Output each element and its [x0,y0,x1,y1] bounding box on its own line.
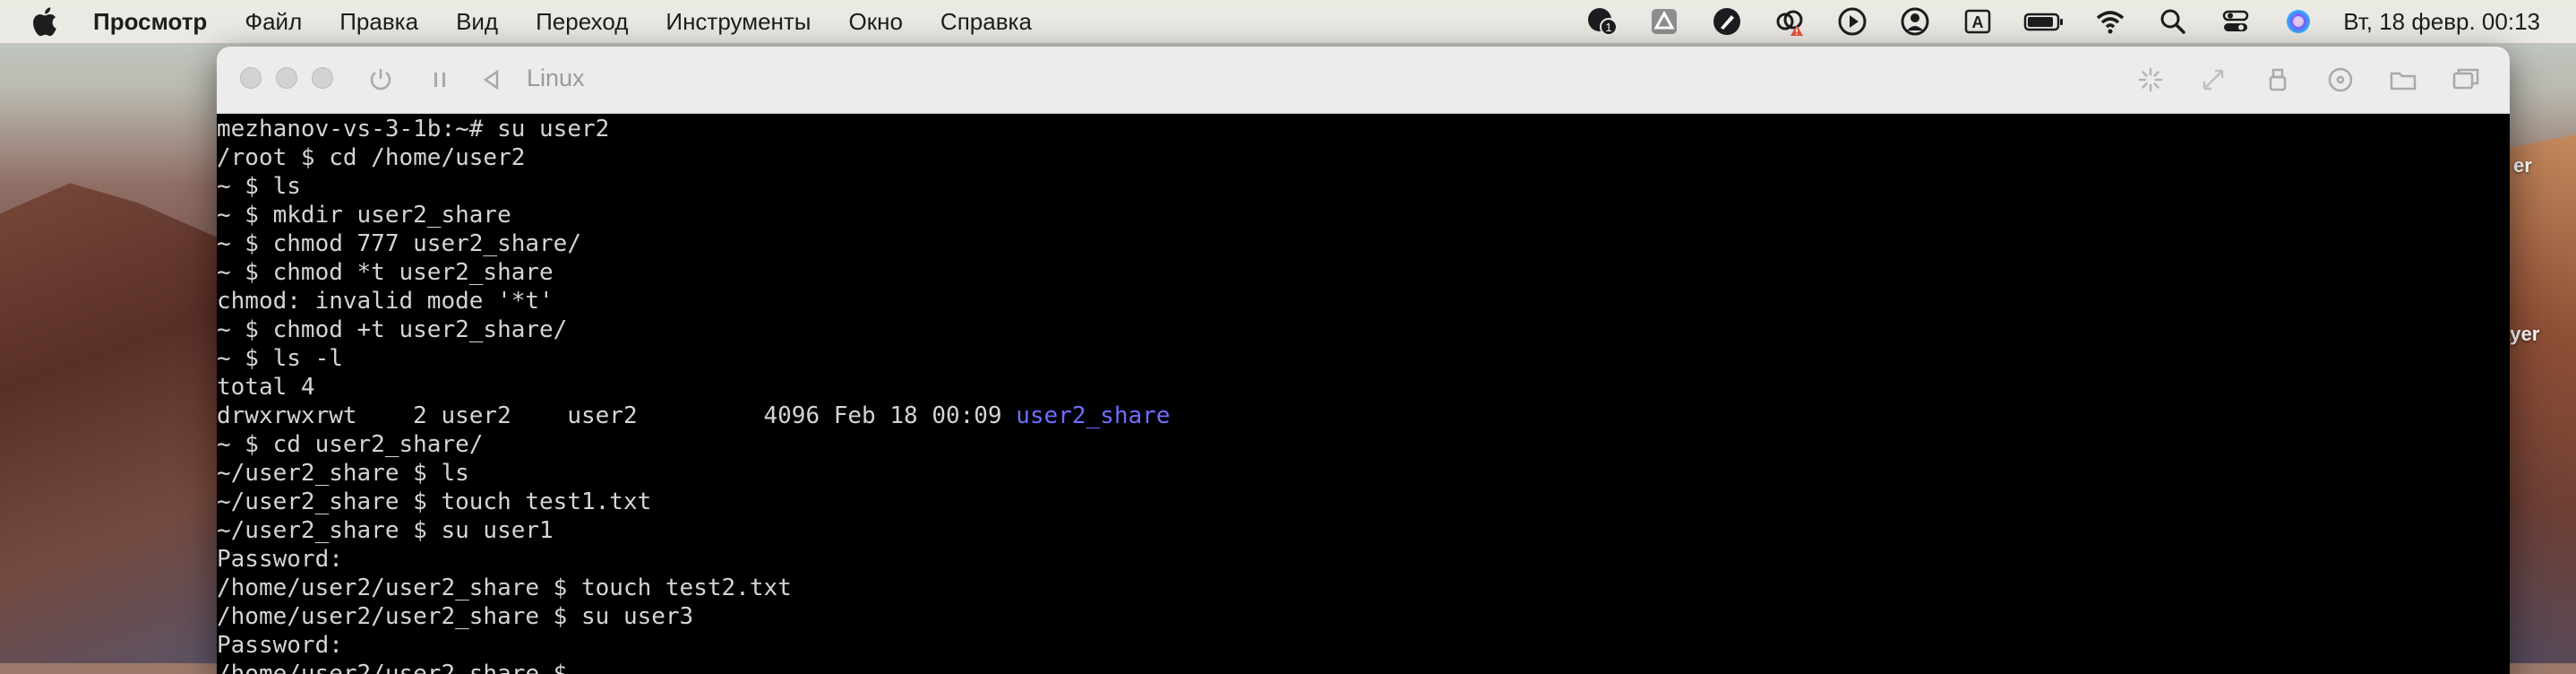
menu-file[interactable]: Файл [245,8,302,36]
desktop-item-label[interactable]: er [2513,154,2532,177]
terminal-line: total 4 [217,374,315,401]
play-icon[interactable] [1834,4,1870,39]
svg-text:A: A [1972,13,1984,31]
google-drive-icon[interactable] [1646,4,1682,39]
menu-view[interactable]: Вид [456,8,498,36]
loading-icon[interactable] [2135,65,2166,95]
terminal-line: ~ $ ls -l [217,345,343,372]
menu-bar-clock[interactable]: Вт, 18 февр. 00:13 [2343,8,2540,36]
power-icon[interactable] [365,65,396,95]
directory-name: user2_share [1016,402,1171,429]
terminal-line-ls-output: drwxrwxrwt 2 user2 user2 4096 Feb 18 00:… [217,402,2510,430]
wallpaper-rock-left [0,183,233,663]
minimize-button[interactable] [276,67,297,89]
siri-icon[interactable] [2280,4,2316,39]
shared-folder-icon[interactable] [2388,65,2418,95]
window-list-icon[interactable] [2451,65,2481,95]
keyboard-input-icon[interactable]: A [1960,4,1996,39]
terminal-line: ~ $ chmod +t user2_share/ [217,316,568,343]
terminal-line: ~ $ ls [217,173,301,200]
battery-icon[interactable] [2022,4,2065,39]
close-button[interactable] [240,67,262,89]
terminal-line: /root $ cd /home/user2 [217,144,526,171]
terminal-line: /home/user2/user2_share $ su user3 [217,603,694,630]
zoom-button[interactable] [312,67,333,89]
terminal-line: ~/user2_share $ touch test1.txt [217,488,652,515]
notification-badge-icon[interactable]: 1 [1584,4,1619,39]
menu-edit[interactable]: Правка [339,8,418,36]
terminal-line: chmod: invalid mode '*t' [217,288,554,315]
usb-icon[interactable] [2263,65,2293,95]
menu-go[interactable]: Переход [536,8,628,36]
terminal-line: /home/user2/user2_share $ touch test2.tx… [217,575,792,601]
window-title: Linux [527,65,585,91]
disc-icon[interactable] [2325,65,2356,95]
window-titlebar[interactable]: Linux [217,47,2510,114]
terminal-line: ~ $ mkdir user2_share [217,202,511,229]
terminal-line: Password: [217,546,343,573]
terminal-line: ~ $ chmod *t user2_share [217,259,554,286]
menu-bar: Просмотр Файл Правка Вид Переход Инструм… [0,0,2576,43]
terminal-line: ~ $ chmod 777 user2_share/ [217,230,581,257]
creative-cloud-alert-icon[interactable] [1772,4,1807,39]
control-center-icon[interactable] [2218,4,2254,39]
pen-icon[interactable] [1709,4,1745,39]
apple-menu-icon[interactable] [30,6,57,37]
wifi-icon[interactable] [2092,4,2128,39]
terminal-line: ~/user2_share $ ls [217,460,469,487]
vm-window: Linux mezhanov-vs-3-1b:~# su user2 /root… [217,47,2510,674]
terminal-line: Password: [217,632,343,659]
svg-text:1: 1 [1606,21,1612,34]
menu-help[interactable]: Справка [940,8,1032,36]
pause-icon[interactable] [425,65,455,95]
back-icon[interactable] [477,65,507,95]
terminal-line: ~ $ cd user2_share/ [217,431,484,458]
terminal-line: mezhanov-vs-3-1b:~# su user2 [217,116,610,143]
terminal-line: ~/user2_share $ su user1 [217,517,554,544]
terminal-line: /home/user2/user2_share $ [217,661,581,674]
search-icon[interactable] [2155,4,2191,39]
ls-output-text: drwxrwxrwt 2 user2 user2 4096 Feb 18 00:… [217,402,1017,429]
user-icon[interactable] [1897,4,1933,39]
menu-tools[interactable]: Инструменты [665,8,811,36]
menu-window[interactable]: Окно [849,8,903,36]
menu-app-name[interactable]: Просмотр [93,8,207,36]
resize-icon[interactable] [2198,65,2228,95]
terminal-screen[interactable]: mezhanov-vs-3-1b:~# su user2 /root $ cd … [217,114,2510,674]
